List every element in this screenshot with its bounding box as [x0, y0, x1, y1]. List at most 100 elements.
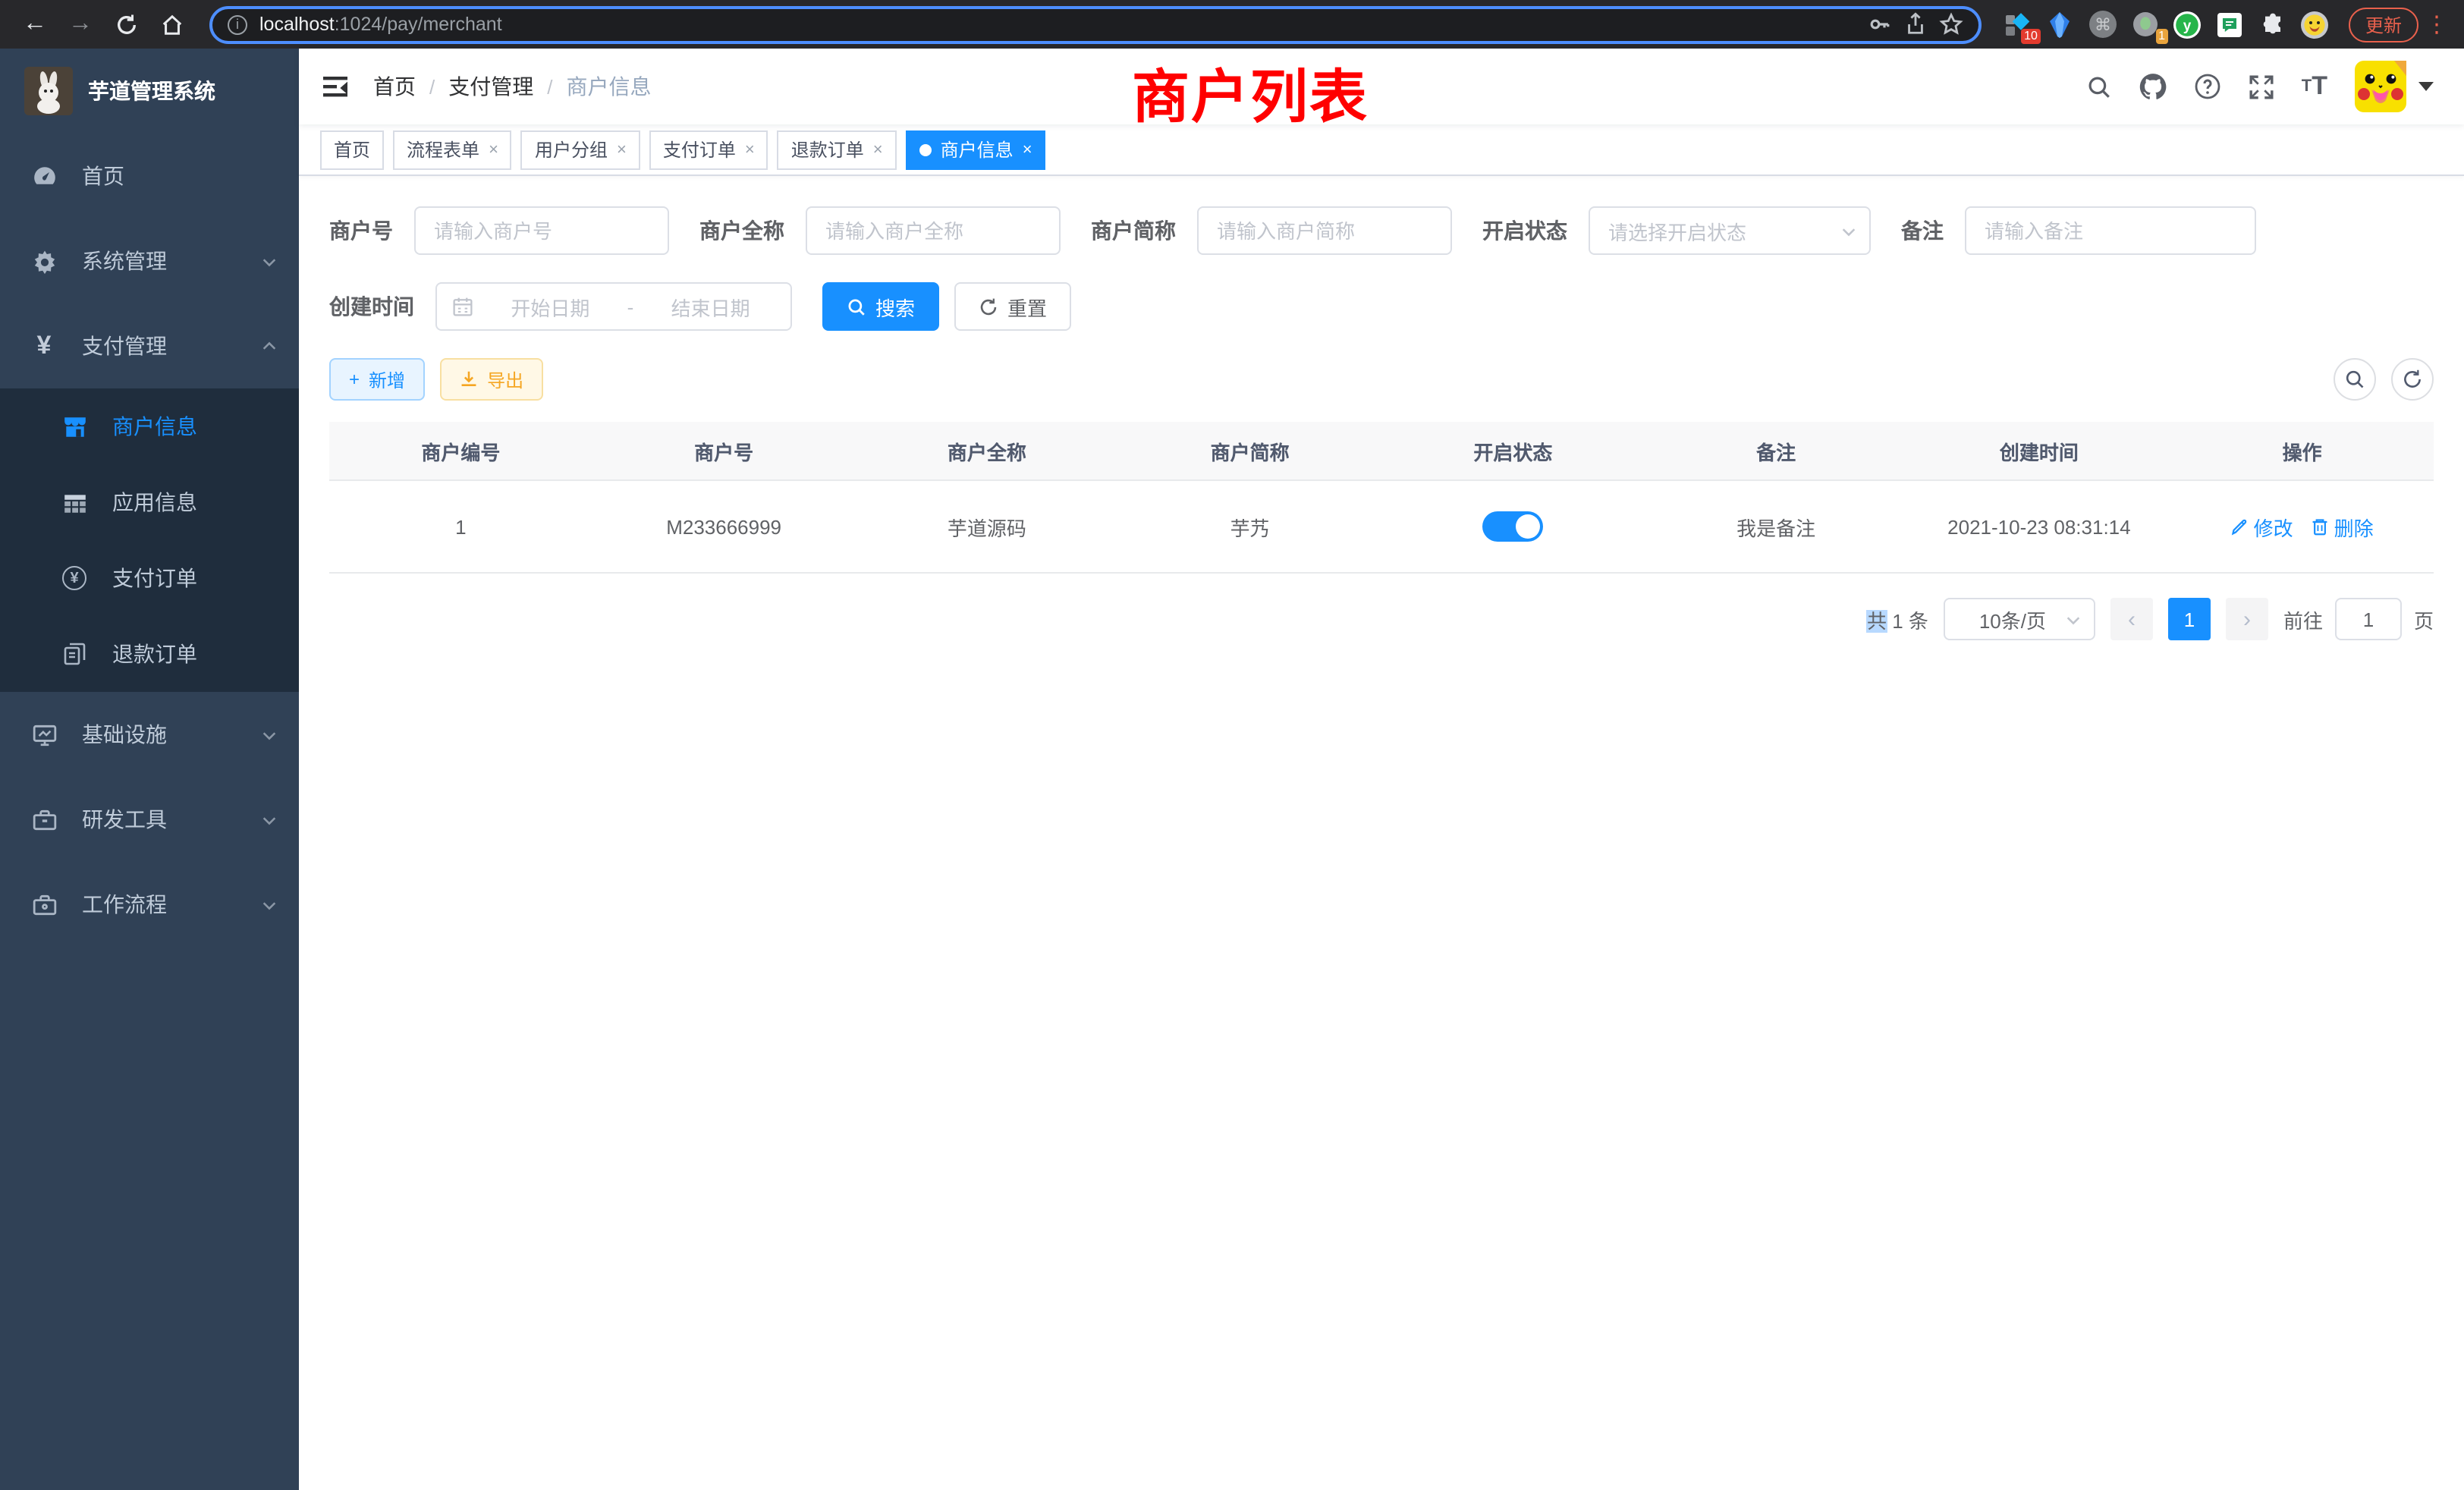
sidebar-item-label: 工作流程 — [82, 889, 261, 919]
tags-view-bar: 首页 流程表单× 用户分组× 支付订单× 退款订单× 商户信息× — [299, 124, 2464, 176]
user-avatar[interactable] — [2355, 61, 2434, 112]
export-button[interactable]: 导出 — [440, 358, 543, 401]
github-icon[interactable] — [2139, 73, 2167, 100]
close-icon[interactable]: × — [1023, 140, 1032, 159]
delete-link[interactable]: 删除 — [2312, 512, 2374, 541]
start-date-placeholder[interactable]: 开始日期 — [486, 292, 615, 321]
merchant-name-label: 商户全称 — [699, 215, 784, 246]
pay-submenu: 商户信息 应用信息 ¥ 支付订单 — [0, 388, 299, 692]
sidebar-item-pay[interactable]: ¥ 支付管理 — [0, 303, 299, 388]
header-search-icon[interactable] — [2086, 74, 2112, 99]
edit-link[interactable]: 修改 — [2231, 512, 2293, 541]
extension-command-icon[interactable]: ⌘ — [2085, 6, 2121, 42]
profile-avatar-icon[interactable] — [2297, 6, 2334, 42]
home-icon[interactable] — [152, 5, 191, 44]
app-logo[interactable]: 芋道管理系统 — [0, 49, 299, 134]
refresh-table-button[interactable] — [2391, 358, 2434, 401]
page-content: 商户号 商户全称 商户简称 开启状态 请选择开启状态 — [299, 176, 2464, 1490]
create-time-range-picker[interactable]: 开始日期 - 结束日期 — [435, 282, 792, 331]
next-page-button[interactable]: › — [2226, 598, 2268, 640]
sidebar-menu: 首页 系统管理 ¥ 支付管理 — [0, 134, 299, 1490]
extension-yudao-icon[interactable]: y — [2170, 6, 2206, 42]
status-select[interactable]: 请选择开启状态 — [1589, 206, 1871, 255]
search-button[interactable]: 搜索 — [822, 282, 939, 331]
update-button[interactable]: 更新 — [2349, 7, 2418, 42]
page-size-select[interactable]: 10条/页 — [1944, 598, 2095, 640]
documents-icon — [61, 642, 88, 666]
close-icon[interactable]: × — [617, 140, 627, 159]
sidebar-item-system[interactable]: 系统管理 — [0, 218, 299, 303]
page-jump-input[interactable] — [2335, 598, 2402, 640]
column-header: 备注 — [1645, 422, 1908, 479]
sidebar-item-label: 基础设施 — [82, 719, 261, 750]
sidebar-item-infra[interactable]: 基础设施 — [0, 692, 299, 777]
extension-chat-icon[interactable] — [2212, 6, 2249, 42]
merchant-no-input[interactable] — [414, 206, 669, 255]
tab-refund-order[interactable]: 退款订单× — [778, 130, 897, 169]
prev-page-button[interactable]: ‹ — [2110, 598, 2153, 640]
back-icon[interactable]: ← — [15, 5, 55, 44]
extension-badge: 10 — [2021, 29, 2041, 44]
sidebar-item-dev-tools[interactable]: 研发工具 — [0, 777, 299, 862]
page-1-button[interactable]: 1 — [2168, 598, 2211, 640]
merchant-name-input[interactable] — [806, 206, 1061, 255]
url-bar[interactable]: i localhost:1024/pay/merchant — [209, 5, 1982, 43]
sidebar-item-app-info[interactable]: 应用信息 — [0, 464, 299, 540]
font-size-icon[interactable]: TT — [2302, 71, 2327, 102]
filter-row-2: 创建时间 开始日期 - 结束日期 搜索 — [329, 282, 2434, 331]
info-icon[interactable]: i — [228, 14, 247, 34]
tab-home[interactable]: 首页 — [320, 130, 384, 169]
trash-icon — [2312, 517, 2330, 536]
sidebar-item-pay-order[interactable]: ¥ 支付订单 — [0, 540, 299, 616]
breadcrumb-item[interactable]: 支付管理 — [448, 71, 533, 102]
sidebar-fold-icon[interactable] — [322, 74, 349, 99]
toolbox-icon — [30, 806, 58, 832]
jump-prefix: 前往 — [2283, 605, 2323, 633]
merchant-short-input[interactable] — [1197, 206, 1452, 255]
close-icon[interactable]: × — [745, 140, 755, 159]
reset-button[interactable]: 重置 — [954, 282, 1071, 331]
sidebar-item-merchant-info[interactable]: 商户信息 — [0, 388, 299, 464]
sidebar-item-label: 支付管理 — [82, 331, 261, 361]
browser-menu-icon[interactable]: ⋮ — [2425, 11, 2449, 38]
screen: ← → i localhost:1024/pay/merchant 10 — [0, 0, 2464, 1490]
table-grid-icon — [61, 489, 88, 515]
bookmark-star-icon[interactable] — [1939, 12, 1963, 36]
extension-tag-manager-icon[interactable]: 10 — [2000, 6, 2036, 42]
column-header: 创建时间 — [1908, 422, 2171, 479]
help-icon[interactable] — [2194, 73, 2221, 100]
forward-icon[interactable]: → — [61, 5, 100, 44]
status-toggle[interactable] — [1482, 511, 1543, 542]
extensions-puzzle-icon[interactable] — [2255, 6, 2291, 42]
close-icon[interactable]: × — [873, 140, 883, 159]
chevron-down-icon — [261, 896, 278, 913]
toggle-search-button[interactable] — [2334, 358, 2376, 401]
fullscreen-icon[interactable] — [2249, 74, 2274, 99]
cell-merchant-no: M233666999 — [592, 481, 856, 572]
table-row: 1 M233666999 芋道源码 芋艿 我是备注 2021-10-23 08:… — [329, 481, 2434, 572]
breadcrumb-item[interactable]: 首页 — [373, 71, 416, 102]
key-icon[interactable] — [1868, 12, 1892, 36]
extension-gem-icon[interactable] — [2042, 6, 2079, 42]
add-button[interactable]: + 新增 — [329, 358, 425, 401]
table-header-row: 商户编号 商户号 商户全称 商户简称 开启状态 备注 创建时间 操作 — [329, 422, 2434, 481]
tab-merchant-info[interactable]: 商户信息× — [906, 130, 1046, 169]
tab-user-group[interactable]: 用户分组× — [521, 130, 640, 169]
svg-text:y: y — [2184, 17, 2192, 33]
reload-icon[interactable] — [106, 5, 146, 44]
chevron-down-icon — [261, 726, 278, 743]
tab-process-form[interactable]: 流程表单× — [393, 130, 512, 169]
store-icon — [61, 413, 88, 439]
close-icon[interactable]: × — [489, 140, 498, 159]
sidebar-item-refund-order[interactable]: 退款订单 — [0, 616, 299, 692]
sidebar-item-home[interactable]: 首页 — [0, 134, 299, 218]
remark-input[interactable] — [1965, 206, 2256, 255]
tab-pay-order[interactable]: 支付订单× — [649, 130, 768, 169]
cell-merchant-id: 1 — [329, 481, 592, 572]
sidebar-item-workflow[interactable]: 工作流程 — [0, 862, 299, 947]
end-date-placeholder[interactable]: 结束日期 — [646, 292, 775, 321]
extension-session-icon[interactable]: 1 — [2127, 6, 2164, 42]
table-toolbar: + 新增 导出 — [329, 358, 2434, 401]
chevron-up-icon — [261, 338, 278, 354]
share-icon[interactable] — [1904, 12, 1927, 36]
